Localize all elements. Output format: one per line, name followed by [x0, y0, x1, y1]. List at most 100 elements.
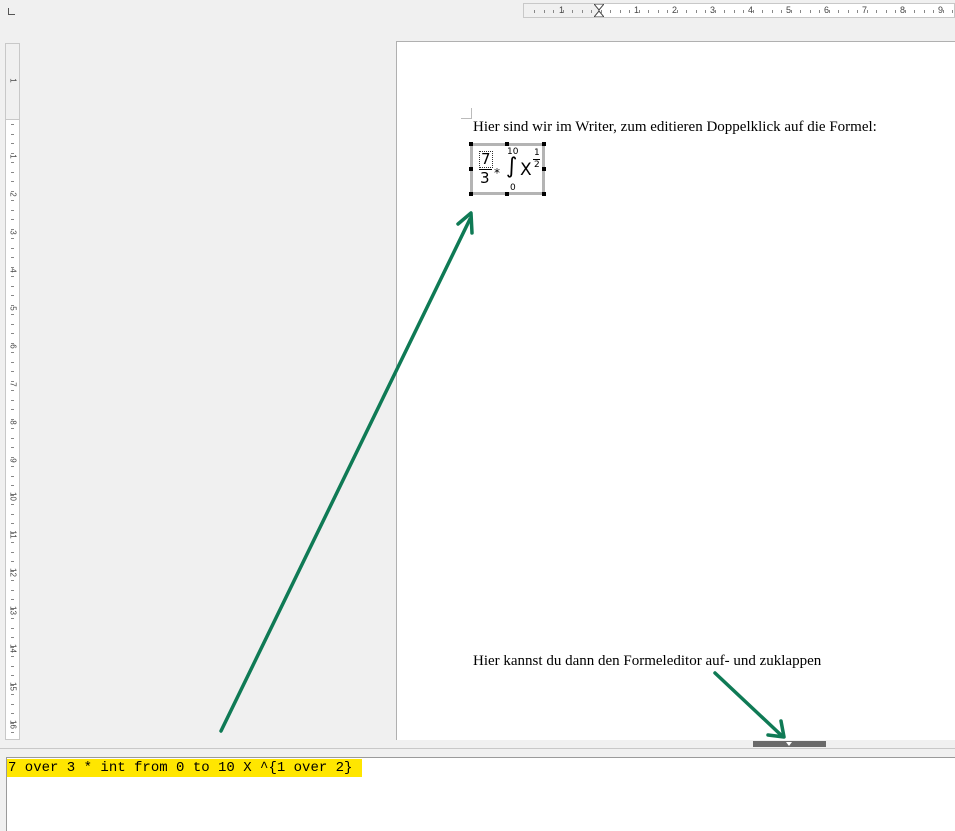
- document-page[interactable]: Hier sind wir im Writer, zum editieren D…: [396, 41, 955, 742]
- formula-command-text[interactable]: 7 over 3 * int from 0 to 10 X ^{1 over 2…: [7, 759, 363, 777]
- ruler-tick: [819, 10, 820, 13]
- ruler-tick: [724, 10, 725, 13]
- ruler-tick: [11, 722, 14, 724]
- ruler-tick: [11, 285, 14, 287]
- ruler-tick: [629, 10, 630, 13]
- ruler-tick: [11, 228, 14, 230]
- integral-lower-limit: 0: [510, 183, 516, 193]
- ruler-tick: [11, 599, 14, 600]
- resize-handle[interactable]: [542, 142, 546, 146]
- editor-collapse-button[interactable]: [753, 741, 826, 747]
- ruler-tick: [11, 627, 14, 629]
- ruler-tick: [11, 200, 14, 201]
- ruler-tick: [11, 466, 14, 467]
- formula-denominator: 3: [480, 169, 490, 187]
- ruler-tick: [847, 10, 849, 13]
- paragraph-editor-hint[interactable]: Hier kannst du dann den Formeleditor auf…: [473, 653, 821, 670]
- formula-editor[interactable]: 7 over 3 * int from 0 to 10 X ^{1 over 2…: [6, 757, 955, 831]
- ruler-tick: [591, 10, 592, 13]
- ruler-tick: [11, 532, 14, 534]
- ruler-tick: [11, 352, 14, 353]
- ruler-tick: [553, 10, 554, 13]
- ruler-tick: [11, 342, 14, 344]
- ruler-tick: [11, 732, 14, 733]
- ruler-number: 16: [8, 720, 18, 729]
- ruler-tick: [11, 171, 14, 173]
- resize-handle[interactable]: [469, 192, 473, 196]
- resize-handle[interactable]: [469, 167, 473, 171]
- ruler-tick: [11, 475, 14, 477]
- resize-handle[interactable]: [542, 167, 546, 171]
- ruler-tick: [857, 10, 858, 13]
- formula-operator: *: [494, 166, 500, 180]
- formula-object[interactable]: 7 3 * 10 ∫ 0 X 1 2: [469, 142, 546, 196]
- text-boundary-marker: [461, 108, 472, 119]
- indent-marker-icon[interactable]: [594, 4, 604, 17]
- ruler-tick: [11, 124, 14, 125]
- writer-window: 1 1 2 3 4 5 6 7 8 9 1 1 2 3 4 5 6 7 8 9 …: [0, 0, 955, 831]
- resize-handle[interactable]: [469, 142, 473, 146]
- ruler-tick: [619, 10, 621, 13]
- ruler-tick: [11, 409, 14, 410]
- ruler-tick: [809, 10, 811, 13]
- ruler-tick: [11, 219, 14, 220]
- ruler-tick: [11, 570, 14, 572]
- ruler-number: 15: [8, 682, 18, 691]
- resize-handle[interactable]: [542, 192, 546, 196]
- ruler-tick: [11, 580, 14, 581]
- ruler-tick: [11, 646, 14, 648]
- ruler-tick: [790, 10, 792, 13]
- vertical-ruler[interactable]: 1 1 2 3 4 5 6 7 8 9 10 11 12 13 14 15 16: [5, 43, 20, 740]
- ruler-tick: [676, 10, 678, 13]
- tab-stop-selector[interactable]: [8, 8, 15, 15]
- ruler-tick: [895, 10, 896, 13]
- ruler-tick: [933, 10, 934, 13]
- collapse-triangle-icon: [786, 742, 792, 746]
- ruler-tick: [11, 523, 14, 524]
- ruler-tick: [942, 10, 944, 13]
- ruler-tick: [11, 589, 14, 591]
- ruler-tick: [11, 295, 14, 296]
- ruler-tick: [11, 380, 14, 382]
- ruler-tick: [762, 10, 763, 13]
- ruler-tick: [657, 10, 659, 13]
- ruler-tick: [11, 694, 14, 695]
- ruler-tick: [11, 608, 14, 610]
- ruler-tick: [543, 10, 545, 13]
- ruler-tick: [904, 10, 906, 13]
- ruler-tick: [667, 10, 668, 13]
- ruler-tick: [11, 209, 14, 211]
- ruler-tick: [610, 10, 611, 13]
- ruler-tick: [11, 418, 14, 420]
- ruler-tick: [781, 10, 782, 13]
- ruler-tick: [11, 485, 14, 486]
- ruler-tick: [11, 304, 14, 306]
- ruler-number: 14: [8, 644, 18, 653]
- ruler-tick: [11, 684, 14, 686]
- ruler-tick: [11, 456, 14, 458]
- exponent-denominator: 2: [534, 160, 540, 170]
- ruler-number: 10: [8, 492, 18, 501]
- resize-handle[interactable]: [505, 192, 509, 196]
- ruler-tick: [648, 10, 649, 13]
- ruler-tick: [11, 447, 14, 448]
- paragraph-writer-hint[interactable]: Hier sind wir im Writer, zum editieren D…: [473, 119, 877, 136]
- ruler-tick: [11, 437, 14, 439]
- ruler-tick: [11, 162, 14, 163]
- horizontal-ruler[interactable]: 1 1 2 3 4 5 6 7 8 9: [523, 3, 955, 18]
- ruler-tick: [695, 10, 697, 13]
- ruler-tick: [714, 10, 716, 13]
- ruler-tick: [11, 713, 14, 714]
- ruler-tick: [11, 542, 14, 543]
- ruler-tick: [11, 314, 14, 315]
- ruler-tick: [572, 10, 573, 13]
- ruler-tick: [11, 561, 14, 562]
- ruler-tick: [11, 181, 14, 182]
- ruler-tick: [11, 703, 14, 705]
- ruler-tick: [11, 371, 14, 372]
- ruler-tick: [11, 504, 14, 505]
- ruler-tick: [11, 399, 14, 401]
- exponent-numerator: 1: [534, 148, 540, 158]
- ruler-tick: [866, 10, 868, 13]
- ruler-tick: [11, 551, 14, 553]
